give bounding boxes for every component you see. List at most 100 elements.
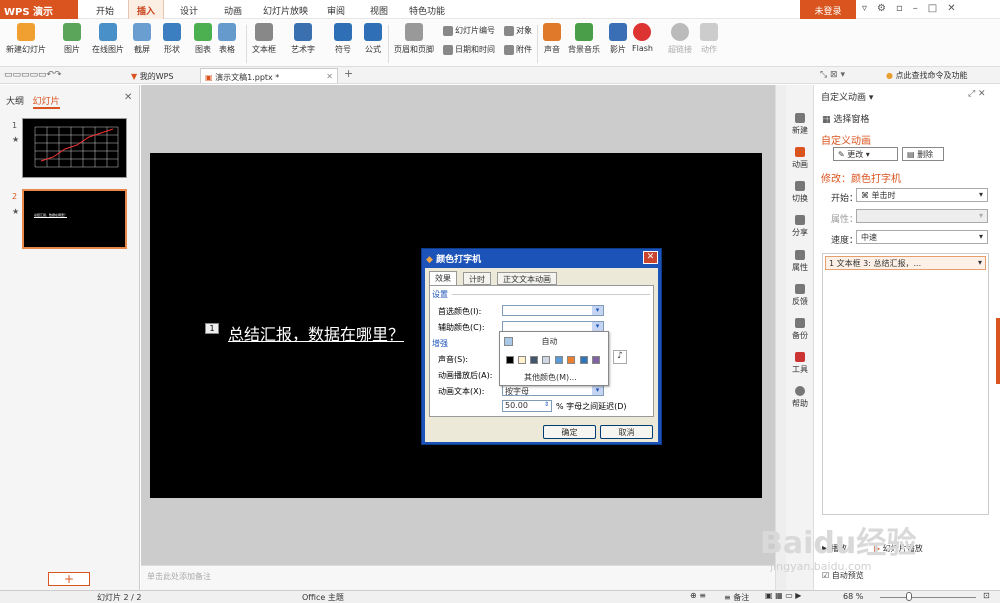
tab-slideshow[interactable]: 幻灯片放映 xyxy=(263,4,308,17)
vertical-scrollbar[interactable] xyxy=(775,85,786,590)
color-swatch[interactable] xyxy=(518,356,526,364)
my-wps-tab[interactable]: ▼ 我的WPS xyxy=(127,68,178,83)
background-music-button[interactable]: 背景音乐 xyxy=(568,23,600,55)
slide-thumbnail-1[interactable] xyxy=(22,118,127,178)
primary-color-select[interactable]: ▾ xyxy=(502,305,604,316)
document-tab[interactable]: ▣ 演示文稿1.pptx * ✕ xyxy=(200,68,338,83)
action-button[interactable]: 动作 xyxy=(700,23,718,55)
app-menu-button[interactable]: WPS 演示 xyxy=(0,0,78,19)
change-button[interactable]: ✎ 更改 ▾ xyxy=(833,147,898,161)
add-slide-button[interactable]: + xyxy=(48,572,90,586)
sound-preview-icon[interactable]: ♪ xyxy=(613,350,627,364)
tab-home[interactable]: 开始 xyxy=(96,4,114,17)
toolbar-icons[interactable]: ⤡ ⊠ ▾ xyxy=(820,70,845,80)
tab-features[interactable]: 特色功能 xyxy=(409,4,445,17)
tab-timing[interactable]: 计时 xyxy=(463,272,491,285)
select-pane-link[interactable]: ▦ 选择窗格 xyxy=(822,112,869,125)
slide-thumbnail-2[interactable]: 总结汇报，数据在哪里？ xyxy=(22,189,127,249)
sidebar-item-help[interactable]: 帮助 xyxy=(786,386,814,409)
flash-button[interactable]: Flash xyxy=(632,23,653,53)
pane-title[interactable]: 自定义动画 ▾ xyxy=(821,90,873,103)
wordart-button[interactable]: 艺术字 xyxy=(291,23,315,55)
attachment-button[interactable]: 附件 xyxy=(504,44,532,55)
sidebar-item-animation[interactable]: 动画 xyxy=(786,147,814,170)
quick-access-icons[interactable]: ▭▭▭▭▭↶↷ xyxy=(4,70,62,80)
delete-button[interactable]: ▤ 删除 xyxy=(902,147,944,161)
animation-item[interactable]: 1 文本框 3: 总结汇报，... ▾ xyxy=(825,256,986,270)
online-picture-button[interactable]: 在线图片 xyxy=(92,23,124,55)
color-swatch[interactable] xyxy=(592,356,600,364)
view-buttons[interactable]: ▣ ▦ ▭ ▶ xyxy=(765,591,801,600)
slide-number-button[interactable]: 幻灯片编号 xyxy=(443,25,495,36)
picture-button[interactable]: 图片 xyxy=(63,23,81,55)
color-swatch[interactable] xyxy=(530,356,538,364)
pane-controls[interactable]: ⤢ ✕ xyxy=(968,89,986,99)
ok-button[interactable]: 确定 xyxy=(543,425,596,439)
fit-window-icon[interactable]: ⊡ xyxy=(983,591,990,600)
sidebar-item-properties[interactable]: 属性 xyxy=(786,250,814,273)
enhance-section-title: 增强 xyxy=(432,339,448,348)
spinner-icon[interactable]: ⇕ xyxy=(544,401,549,408)
dialog-close-button[interactable]: ✕ xyxy=(643,251,658,264)
movie-button[interactable]: 影片 xyxy=(609,23,627,55)
notes-toggle[interactable]: ≡ 备注 xyxy=(724,592,749,603)
formula-button[interactable]: 公式 xyxy=(364,23,382,55)
sidebar-item-tools[interactable]: 工具 xyxy=(786,352,814,375)
sidebar-item-feedback[interactable]: 反馈 xyxy=(786,284,814,307)
shapes-button[interactable]: 形状 xyxy=(163,23,181,55)
tab-design[interactable]: 设计 xyxy=(180,4,198,17)
close-panel-icon[interactable]: ✕ xyxy=(124,92,132,103)
tab-animation[interactable]: 动画 xyxy=(224,4,242,17)
animate-text-select[interactable]: 按字母 ▾ xyxy=(502,385,604,396)
auto-color-option[interactable]: 自动 xyxy=(504,336,604,348)
slide-text-box[interactable]: 总结汇报，数据在哪里？ xyxy=(228,321,404,345)
tab-insert[interactable]: 插入 xyxy=(128,0,165,19)
tab-review[interactable]: 审阅 xyxy=(327,4,345,17)
window-controls[interactable]: ▿⚙▫–□✕ xyxy=(862,3,966,14)
secondary-color-label: 辅助颜色(C): xyxy=(438,323,485,332)
outline-tab[interactable]: 大纲 xyxy=(6,97,24,107)
object-button[interactable]: 对象 xyxy=(504,25,532,36)
start-select[interactable]: ⌘ 单击时 ▾ xyxy=(856,188,988,202)
color-swatch[interactable] xyxy=(555,356,563,364)
header-footer-button[interactable]: 页眉和页脚 xyxy=(394,23,434,55)
sound-button[interactable]: 声音 xyxy=(543,23,561,55)
sidebar-item-transition[interactable]: 切换 xyxy=(786,181,814,204)
cancel-button[interactable]: 取消 xyxy=(600,425,653,439)
tab-text-animation[interactable]: 正文文本动画 xyxy=(497,272,557,285)
notes-area[interactable]: 单击此处添加备注 xyxy=(141,565,775,590)
color-swatch[interactable] xyxy=(542,356,550,364)
textbox-button[interactable]: 文本框 xyxy=(252,23,276,55)
zoom-slider[interactable] xyxy=(880,597,976,598)
sidebar-item-new[interactable]: 新建 xyxy=(786,113,814,136)
color-swatch[interactable] xyxy=(567,356,575,364)
status-icons[interactable]: ⊕ ≡ xyxy=(690,591,706,600)
delay-input[interactable]: 50.00 ⇕ xyxy=(502,400,552,412)
chart-button[interactable]: 图表 xyxy=(194,23,212,55)
command-search[interactable]: ● 点此查找命令及功能 xyxy=(886,70,968,81)
login-button[interactable]: 未登录 xyxy=(800,0,856,19)
star-icon: ★ xyxy=(12,135,20,144)
color-swatch[interactable] xyxy=(506,356,514,364)
sidebar-item-backup[interactable]: 备份 xyxy=(786,318,814,341)
slides-tab[interactable]: 幻灯片 xyxy=(32,97,60,109)
tab-view[interactable]: 视图 xyxy=(370,4,388,17)
more-colors-option[interactable]: 其他颜色(M)... xyxy=(524,372,577,383)
globe-icon xyxy=(671,23,689,41)
date-time-button[interactable]: 日期和时间 xyxy=(443,44,495,55)
hyperlink-button[interactable]: 超链接 xyxy=(668,23,692,55)
new-tab-icon[interactable]: + xyxy=(344,67,353,80)
property-select[interactable]: ▾ xyxy=(856,209,988,223)
speed-select[interactable]: 中速 ▾ xyxy=(856,230,988,244)
tab-effect[interactable]: 效果 xyxy=(429,271,457,285)
close-tab-icon[interactable]: ✕ xyxy=(326,72,333,81)
sidebar-item-share[interactable]: 分享 xyxy=(786,215,814,238)
share-icon xyxy=(795,215,805,225)
pane-edge-handle[interactable] xyxy=(996,318,1000,384)
new-slide-button[interactable]: 新建幻灯片 xyxy=(6,23,46,55)
screenshot-button[interactable]: 截屏 xyxy=(133,23,151,55)
symbol-button[interactable]: 符号 xyxy=(334,23,352,55)
zoom-thumb[interactable] xyxy=(906,592,912,601)
table-button[interactable]: 表格 xyxy=(218,23,236,55)
color-swatch[interactable] xyxy=(580,356,588,364)
